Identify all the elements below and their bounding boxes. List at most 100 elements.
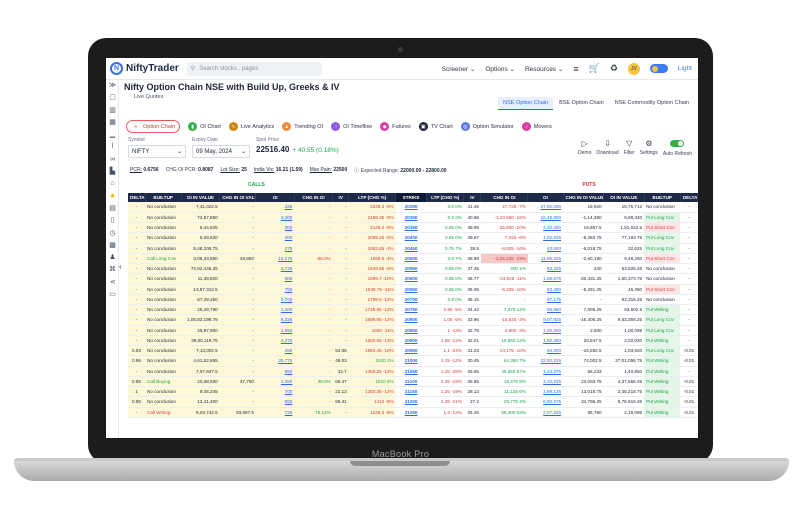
table-row[interactable]: - No conclusion 6,44,825-300- -2149.4 -0% 20… bbox=[128, 222, 698, 234]
tab-nse-commodity[interactable]: NSE Commodity Option Chain bbox=[610, 97, 694, 110]
tool-oi-timeflow[interactable]: ◔ OI Timeflow bbox=[331, 122, 372, 131]
table-cell: 1510 6% bbox=[348, 376, 396, 388]
tool-trending-oi[interactable]: ▲ Trending OI bbox=[282, 122, 323, 131]
column-header[interactable]: DELTA bbox=[128, 193, 146, 202]
table-row[interactable]: - No conclusion 26,49,790-1,400- -1749.85 -… bbox=[128, 304, 698, 316]
column-header[interactable]: BUILTUP bbox=[644, 193, 681, 202]
avatar[interactable]: JV bbox=[627, 62, 640, 75]
table-row[interactable]: - No conclusion 5,48,208.75-275- -1993.85 -… bbox=[128, 243, 698, 254]
column-header[interactable]: STRIKE bbox=[395, 193, 428, 202]
column-header[interactable]: LTP (CHG %) bbox=[348, 193, 397, 202]
auto-refresh-toggle[interactable]: Auto Refresh bbox=[663, 139, 692, 157]
alarm-icon[interactable]: ◷ bbox=[106, 228, 119, 240]
briefcase-icon[interactable]: ▢ bbox=[106, 92, 119, 104]
column-header[interactable]: LTP (CHG %) bbox=[426, 193, 465, 202]
tool-option-chain[interactable]: ∞ Option Chain bbox=[126, 120, 181, 133]
table-row[interactable]: - No conclusion 67,49,250-3,700- -1799.8 -1… bbox=[128, 294, 698, 306]
filter-button[interactable]: ▽ Filter bbox=[624, 139, 635, 157]
table-cell: -20,431.25 bbox=[563, 273, 604, 285]
nav-resources[interactable]: Resources ⌄ bbox=[525, 65, 563, 73]
theme-toggle[interactable] bbox=[649, 64, 668, 73]
table-cell: 16,48,900 bbox=[527, 212, 564, 224]
settings-button[interactable]: ⚙ Settings bbox=[640, 139, 658, 157]
table-cell: 12,41,400 bbox=[181, 396, 220, 408]
apps-icon[interactable]: ▩ bbox=[106, 240, 119, 252]
table-cell: 63,602.5 bbox=[603, 304, 645, 316]
chart-line-icon[interactable]: ⌇ bbox=[106, 141, 119, 153]
expiry-control: Expiry Date 09 May, 2024 ⌄ bbox=[192, 137, 250, 158]
table-row[interactable]: - No conclusion 72,62,446.25-3,725- -1949.6… bbox=[128, 263, 698, 275]
tag-icon[interactable]: ⌘ bbox=[106, 264, 119, 276]
table-cell: 6,325 bbox=[255, 314, 295, 326]
menu-icon[interactable]: ≡ bbox=[573, 64, 578, 74]
column-header[interactable]: IV bbox=[332, 193, 350, 202]
tab-nse-option-chain[interactable]: NSE Option Chain bbox=[498, 97, 554, 110]
people-icon[interactable]: ♟ bbox=[106, 252, 119, 264]
table-row[interactable]: - No conclusion 13,87,312.5-750- -1849.75 -… bbox=[128, 284, 698, 295]
column-header[interactable]: CHG IN OI bbox=[294, 193, 334, 202]
grid-icon[interactable]: ▦ bbox=[106, 117, 119, 129]
tool-live-analytics[interactable]: ∿ Live Analytics bbox=[228, 122, 274, 131]
table-row[interactable]: - No conclusion 7,41,022.5-325- -2249.3 -0%… bbox=[128, 202, 698, 213]
bank-icon[interactable]: ⌂ bbox=[106, 178, 119, 190]
logo-text: NiftyTrader bbox=[126, 63, 179, 74]
share-icon[interactable]: ⋖ bbox=[106, 277, 119, 289]
table-cell: 36.06 bbox=[463, 284, 481, 295]
nav-screener[interactable]: Screener ⌄ bbox=[442, 65, 476, 73]
tool-oi-chart[interactable]: ▮ OI Chart bbox=[188, 122, 221, 131]
table-row[interactable]: - No conclusion 72,57,850-3,300- -2199.35 -… bbox=[128, 212, 698, 224]
table-row[interactable]: 0.85 Call Buying 20,38,500 37,750 1,350 35.0%… bbox=[128, 376, 698, 388]
table-row[interactable]: 0.96 No conclusion 4,61,62,655-30,775-45.0… bbox=[128, 355, 698, 367]
column-header[interactable]: OI IN VALUE bbox=[603, 193, 645, 202]
column-header[interactable]: DELTA bbox=[680, 193, 698, 202]
message-icon[interactable]: ▭ bbox=[106, 289, 119, 301]
star-icon[interactable]: ★ bbox=[106, 191, 119, 203]
link-icon[interactable]: ∞ bbox=[106, 154, 119, 166]
rail-collapse-arrow[interactable]: ‹ bbox=[119, 262, 127, 272]
column-header[interactable]: CHG IN OI VALUE bbox=[563, 193, 605, 202]
table-row[interactable]: 0.85 No conclusion 12,41,400-950-66.41 1412… bbox=[128, 396, 698, 408]
demo-button[interactable]: ▷ Demo bbox=[578, 139, 591, 157]
search-input[interactable]: ⚲ Search stocks , pages bbox=[186, 61, 322, 76]
table-row[interactable]: - Call Long Cov 3,05,43,850 49,950 15,275 -58… bbox=[128, 253, 698, 265]
chart-bar-icon[interactable]: ▥ bbox=[106, 105, 119, 117]
column-header[interactable]: CHG IN OI bbox=[480, 193, 529, 202]
nav-options[interactable]: Options ⌄ bbox=[485, 65, 515, 73]
cart-icon[interactable]: 🛒 bbox=[589, 63, 600, 74]
expiry-select[interactable]: 09 May, 2024 ⌄ bbox=[192, 145, 250, 158]
table-row[interactable]: - No conclusion 6,29,820-300- -2099.45 -0% 2… bbox=[128, 232, 698, 244]
tool-futures[interactable]: ◆ Futures bbox=[380, 122, 411, 131]
column-header[interactable]: BUILTUP bbox=[145, 193, 182, 202]
tool-movers[interactable]: ♢ Movers bbox=[521, 122, 552, 131]
stats-icon[interactable]: ▙ bbox=[106, 166, 119, 178]
tool-option-simulator[interactable]: ◎ Option Simulator bbox=[460, 122, 514, 131]
table-row[interactable]: - No conclusion 38,00,118.75-2,375- -1600.0… bbox=[128, 335, 698, 347]
calendar-icon[interactable]: ▤ bbox=[106, 203, 119, 215]
table-row[interactable]: - No conclusion 1,05,82,198.75-6,325- -1699… bbox=[128, 314, 698, 326]
table-cell: 32.01 bbox=[463, 335, 481, 347]
logo[interactable]: N NiftyTrader bbox=[110, 62, 179, 75]
mobile-icon[interactable]: ▯ bbox=[106, 215, 119, 227]
download-button[interactable]: ⇩ Download bbox=[596, 139, 618, 157]
column-header[interactable]: OI bbox=[255, 193, 295, 202]
table-row[interactable]: - No conclusion 11,39,820-600- -1899.7 -10%… bbox=[128, 273, 698, 285]
column-header[interactable]: CHG IN OI VALUE bbox=[219, 193, 257, 202]
table-cell: 2199.35 -0% bbox=[348, 212, 396, 224]
collapse-icon[interactable]: ≫ bbox=[106, 80, 119, 92]
table-row[interactable]: 0.93 No conclusion 7,13,002.5-450-54.05 158… bbox=[128, 345, 698, 357]
table-cell: 0.93 bbox=[128, 345, 146, 357]
table-row[interactable]: - No conclusion 7,97,637.5-550-32.7 1450.25… bbox=[128, 366, 698, 377]
table-row[interactable]: 1 No conclusion 9,45,245-700-22.13 1350.35 … bbox=[128, 386, 698, 398]
column-header[interactable]: OI IN VALUE bbox=[181, 193, 221, 202]
tool-tv-chart[interactable]: ▣ TV Chart bbox=[418, 122, 453, 131]
symbol-select[interactable]: NIFTY ⌄ bbox=[128, 145, 186, 158]
signal-icon[interactable]: ▁ bbox=[106, 129, 119, 141]
tab-bse-option-chain[interactable]: BSE Option Chain bbox=[554, 97, 609, 110]
table-cell: 0.85 0% bbox=[426, 284, 464, 295]
tool-label: Futures bbox=[392, 123, 411, 130]
column-header[interactable]: OI bbox=[527, 193, 564, 202]
bell-icon[interactable]: ♻ bbox=[610, 63, 618, 74]
table-row[interactable]: - Call Writing 9,03,742.5 93,697.5 725 75.12%… bbox=[128, 407, 698, 418]
column-header[interactable]: IV bbox=[463, 193, 482, 202]
table-row[interactable]: - No conclusion 25,97,900-1,550- -1650 -11%… bbox=[128, 325, 698, 336]
